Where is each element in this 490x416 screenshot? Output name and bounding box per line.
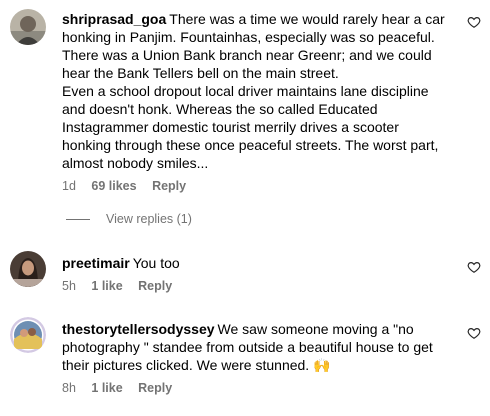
avatar[interactable] xyxy=(10,251,46,287)
username[interactable]: thestorytellersodyssey xyxy=(62,321,215,337)
comment-text: thestorytellersodyssey We saw someone mov… xyxy=(62,321,433,373)
timestamp[interactable]: 5h xyxy=(62,279,76,293)
avatar[interactable] xyxy=(10,9,46,45)
reply-button[interactable]: Reply xyxy=(152,179,186,193)
divider xyxy=(66,218,90,220)
likes-count[interactable]: 69 likes xyxy=(91,179,136,193)
reply-button[interactable]: Reply xyxy=(138,279,172,293)
username[interactable]: preetimair xyxy=(62,255,130,271)
reply-button[interactable]: Reply xyxy=(138,381,172,395)
view-replies-button[interactable]: View replies (1) xyxy=(66,212,192,226)
comment-text: preetimair You too xyxy=(62,255,180,271)
comment-meta: 5h 1 like Reply xyxy=(62,279,184,293)
timestamp[interactable]: 8h xyxy=(62,381,76,395)
likes-count[interactable]: 1 like xyxy=(91,381,122,395)
timestamp[interactable]: 1d xyxy=(62,179,76,193)
comment-meta: 8h 1 like Reply xyxy=(62,381,184,395)
avatar[interactable] xyxy=(10,317,46,353)
heart-outline-icon[interactable] xyxy=(467,15,481,29)
comment-meta: 1d 69 likes Reply xyxy=(62,179,198,193)
likes-count[interactable]: 1 like xyxy=(91,279,122,293)
username[interactable]: shriprasad_goa xyxy=(62,11,166,27)
heart-outline-icon[interactable] xyxy=(467,326,481,340)
heart-outline-icon[interactable] xyxy=(467,260,481,274)
comment-text: shriprasad_goa There was a time we would … xyxy=(62,11,445,171)
